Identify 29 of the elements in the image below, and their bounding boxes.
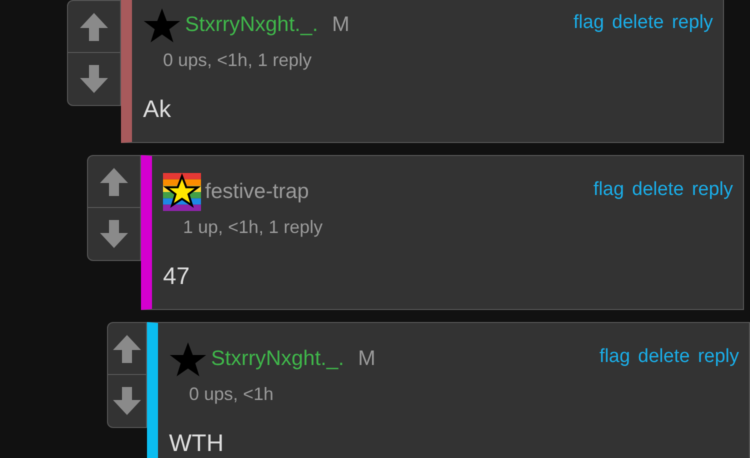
action-link[interactable]: reply <box>692 176 733 204</box>
up-arrow-icon <box>111 332 143 364</box>
action-link[interactable]: flag <box>593 176 624 204</box>
up-arrow-icon <box>98 166 130 198</box>
action-link[interactable]: delete <box>638 342 690 372</box>
comment-meta: 1 up, <1h, 1 reply <box>183 216 324 239</box>
action-link[interactable]: flag <box>573 8 604 38</box>
comment-meta: 0 ups, <1h <box>189 383 275 406</box>
star-icon <box>169 340 207 378</box>
rainbow-star-icon <box>163 173 201 211</box>
down-arrow-icon <box>78 63 110 95</box>
action-link[interactable]: reply <box>672 8 713 38</box>
username[interactable]: festive-trap <box>205 176 309 208</box>
mod-tag: M <box>358 343 376 375</box>
action-link[interactable]: delete <box>612 8 664 38</box>
down-arrow-icon <box>98 218 130 250</box>
up-arrow-icon <box>78 10 110 42</box>
action-link[interactable]: reply <box>698 342 739 372</box>
star-icon <box>143 6 181 44</box>
comment-text: 47 <box>163 262 191 292</box>
mod-tag: M <box>332 9 350 41</box>
action-link[interactable]: delete <box>632 176 684 204</box>
username[interactable]: StxrryNxght._. <box>211 343 344 375</box>
action-link[interactable]: flag <box>599 342 630 372</box>
comment-meta: 0 ups, <1h, 1 reply <box>163 49 313 72</box>
down-arrow-icon <box>111 385 143 417</box>
username[interactable]: StxrryNxght._. <box>185 9 318 41</box>
comment-text: WTH <box>169 429 225 458</box>
comment-text: Ak <box>143 95 172 125</box>
